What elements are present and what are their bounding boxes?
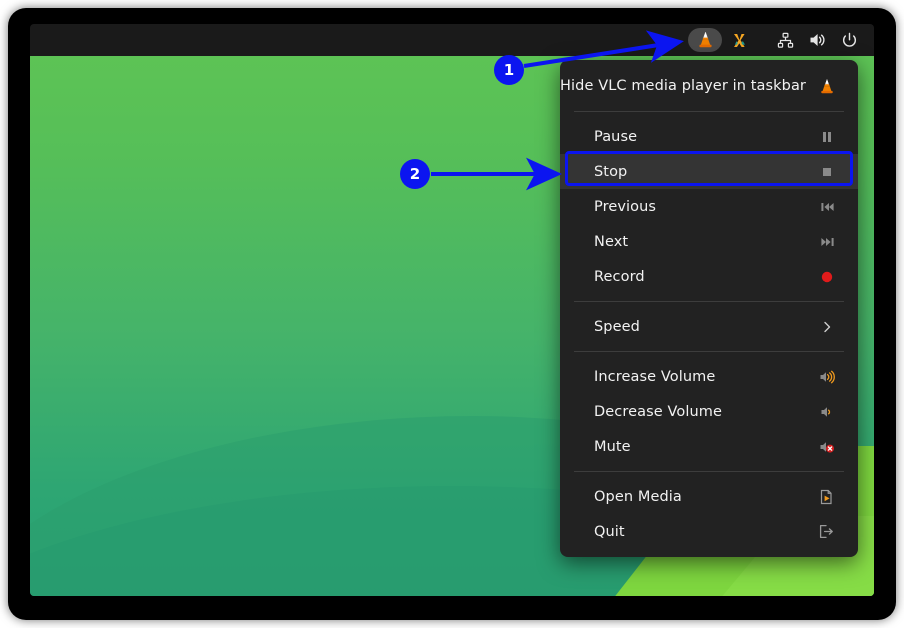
volume-tray-icon[interactable]	[802, 28, 832, 52]
power-icon	[841, 32, 858, 49]
network-tray-icon[interactable]	[770, 28, 800, 52]
menu-item-hide-vlc[interactable]: Hide VLC media player in taskbar	[560, 68, 858, 104]
menu-item-next[interactable]: Next	[560, 224, 858, 259]
menu-item-label: Quit	[594, 524, 816, 540]
volume-down-icon	[816, 405, 838, 419]
menu-separator	[574, 111, 844, 112]
menu-item-label: Next	[594, 234, 816, 250]
vlc-tray-context-menu: Hide VLC media player in taskbar Pause	[560, 60, 858, 557]
screenshot-root: Hide VLC media player in taskbar Pause	[0, 0, 904, 628]
next-icon	[816, 235, 838, 249]
system-tray	[688, 24, 864, 56]
menu-item-pause[interactable]: Pause	[560, 119, 858, 154]
volume-icon	[808, 31, 826, 49]
menu-item-label: Stop	[594, 164, 816, 180]
stop-icon	[816, 165, 838, 179]
menu-item-decrease-volume[interactable]: Decrease Volume	[560, 394, 858, 429]
menu-item-speed[interactable]: Speed	[560, 309, 858, 344]
menu-item-label: Previous	[594, 199, 816, 215]
annotation-badge-1: 1	[494, 55, 524, 85]
menu-item-previous[interactable]: Previous	[560, 189, 858, 224]
top-panel	[30, 24, 874, 56]
menu-separator	[574, 301, 844, 302]
menu-item-quit[interactable]: Quit	[560, 514, 858, 549]
volume-up-icon	[816, 370, 838, 384]
network-icon	[777, 32, 794, 49]
volume-mute-icon	[816, 440, 838, 454]
open-media-icon	[816, 489, 838, 505]
menu-separator	[574, 471, 844, 472]
menu-item-label: Open Media	[594, 489, 816, 505]
menu-item-label: Decrease Volume	[594, 404, 816, 420]
menu-separator	[574, 351, 844, 352]
vlc-cone-icon	[697, 31, 714, 49]
menu-item-record[interactable]: Record	[560, 259, 858, 294]
app-tray-icon[interactable]	[724, 28, 754, 52]
previous-icon	[816, 200, 838, 214]
vlc-tray-icon[interactable]	[688, 28, 722, 52]
chevron-right-icon	[816, 320, 838, 334]
record-icon	[816, 270, 838, 284]
menu-item-label: Speed	[594, 319, 816, 335]
menu-item-label: Record	[594, 269, 816, 285]
menu-item-open-media[interactable]: Open Media	[560, 479, 858, 514]
menu-item-increase-volume[interactable]: Increase Volume	[560, 359, 858, 394]
pause-icon	[816, 130, 838, 144]
vlc-cone-icon	[816, 78, 838, 95]
menu-item-label: Pause	[594, 129, 816, 145]
menu-item-label: Hide VLC media player in taskbar	[560, 78, 806, 94]
orange-teal-app-icon	[731, 32, 748, 49]
annotation-badge-2: 2	[400, 159, 430, 189]
power-tray-icon[interactable]	[834, 28, 864, 52]
menu-item-label: Mute	[594, 439, 816, 455]
menu-item-label: Increase Volume	[594, 369, 816, 385]
menu-item-mute[interactable]: Mute	[560, 429, 858, 464]
quit-icon	[816, 524, 838, 539]
menu-item-stop[interactable]: Stop	[560, 154, 858, 189]
